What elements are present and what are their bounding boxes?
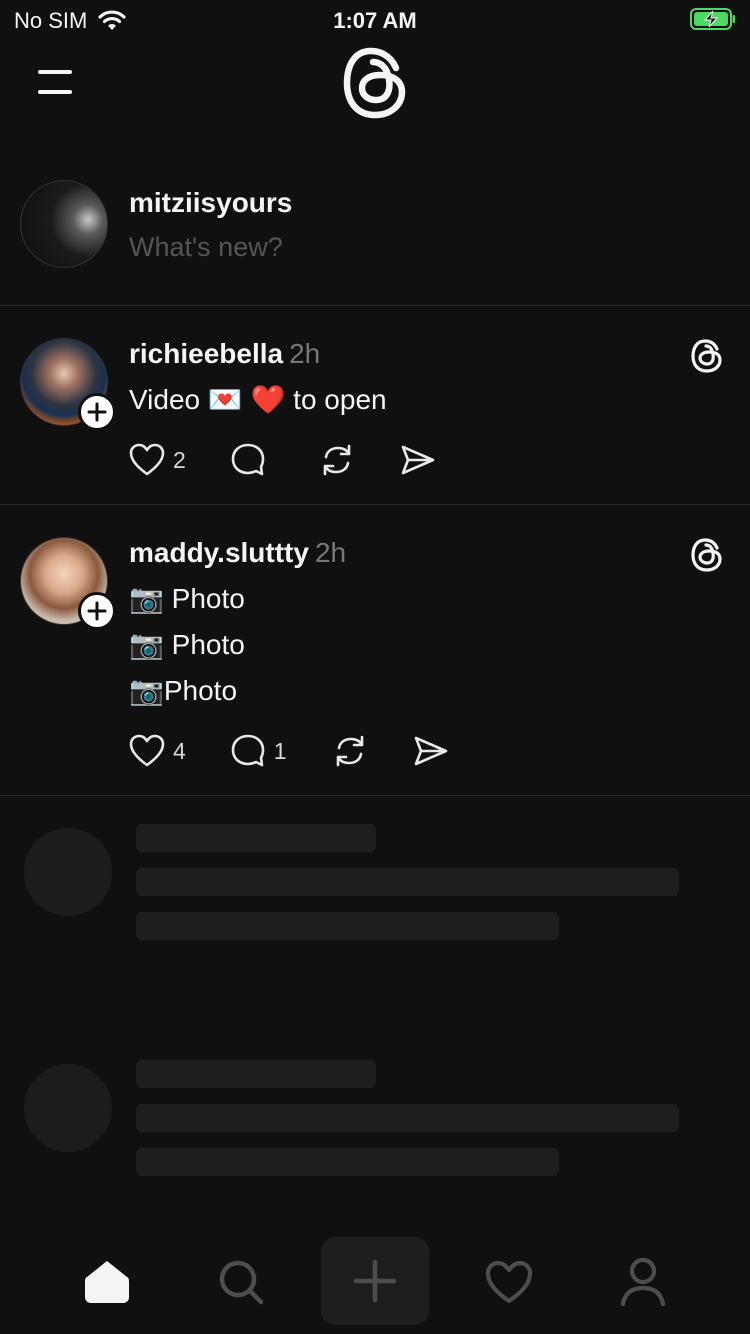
threads-icon	[691, 339, 722, 373]
repost-icon	[336, 735, 363, 767]
post-time: 2h	[314, 537, 347, 568]
post-text-line: 📷 Photo	[129, 583, 245, 614]
post-username[interactable]: maddy.sluttty	[129, 537, 309, 568]
profile-icon	[620, 1257, 666, 1307]
composer-username: mitziisyours	[129, 187, 293, 218]
comment-icon	[231, 734, 265, 767]
skeleton-line	[136, 1104, 679, 1132]
comment-icon	[231, 443, 265, 476]
like-button[interactable]: 4	[129, 734, 186, 768]
share-button[interactable]	[400, 443, 436, 477]
skeleton-line	[136, 824, 376, 852]
composer[interactable]: mitziisyours What's new?	[0, 170, 750, 306]
post-actions: 4 1	[129, 733, 493, 769]
menu-icon-line	[38, 90, 72, 94]
post-actions: 2	[129, 442, 480, 478]
threads-icon	[691, 538, 722, 572]
skeleton-line	[136, 1148, 559, 1176]
avatar[interactable]	[20, 180, 108, 268]
like-count: 4	[173, 737, 186, 764]
tab-profile[interactable]	[613, 1252, 673, 1312]
heart-icon	[129, 734, 165, 767]
follow-button[interactable]	[78, 592, 116, 630]
post-time: 2h	[289, 338, 321, 369]
skeleton-avatar	[24, 828, 112, 916]
post-header: maddy.sluttty 2h	[129, 537, 346, 569]
status-bar: No SIM 1:07 AM	[0, 0, 750, 40]
tab-home[interactable]	[77, 1252, 137, 1312]
plus-icon	[353, 1259, 397, 1303]
reply-count: 1	[273, 737, 287, 764]
reply-button[interactable]: 1	[230, 733, 287, 769]
send-icon	[401, 445, 435, 475]
post-avatar-wrap[interactable]	[20, 537, 116, 630]
search-icon	[219, 1260, 264, 1305]
post-avatar-wrap[interactable]	[20, 338, 116, 431]
send-icon	[414, 736, 447, 766]
top-bar	[0, 40, 750, 130]
plus-icon	[87, 601, 107, 621]
menu-icon	[38, 70, 72, 74]
plus-icon	[87, 402, 107, 422]
share-button[interactable]	[413, 734, 449, 768]
repost-icon	[323, 444, 351, 476]
menu-button[interactable]	[36, 68, 76, 98]
home-icon	[85, 1261, 129, 1303]
post[interactable]: richieebella 2h Video 💌 ❤️ to open 2	[0, 306, 750, 505]
post-text-line: 📷 Photo	[129, 629, 245, 660]
reply-button[interactable]	[230, 442, 274, 478]
tab-bar	[0, 1230, 750, 1334]
heart-icon	[129, 443, 165, 476]
skeleton-line	[136, 1060, 376, 1088]
post-text: Video 💌 ❤️ to open	[129, 384, 387, 415]
repost-button[interactable]	[318, 442, 356, 478]
post-username[interactable]: richieebella	[129, 338, 283, 369]
post-header: richieebella 2h	[129, 338, 320, 370]
skeleton-line	[136, 868, 679, 896]
like-count: 2	[173, 446, 186, 473]
follow-button[interactable]	[78, 393, 116, 431]
post-text-line: 📷Photo	[129, 675, 238, 706]
heart-icon	[485, 1260, 533, 1304]
post[interactable]: maddy.sluttty 2h 📷 Photo 📷 Photo 📷Photo 4…	[0, 505, 750, 796]
loading-skeleton	[0, 796, 750, 1032]
status-time: 1:07 AM	[333, 8, 417, 33]
tab-activity[interactable]	[479, 1252, 539, 1312]
loading-skeleton	[0, 1032, 750, 1222]
battery-icon	[690, 8, 735, 30]
skeleton-line	[136, 912, 559, 940]
skeleton-avatar	[24, 1064, 112, 1152]
threads-logo[interactable]	[340, 46, 410, 120]
tab-search[interactable]	[211, 1252, 271, 1312]
composer-placeholder[interactable]: What's new?	[129, 232, 283, 263]
repost-button[interactable]	[331, 733, 369, 769]
like-button[interactable]: 2	[129, 443, 186, 477]
create-button[interactable]	[321, 1237, 429, 1325]
